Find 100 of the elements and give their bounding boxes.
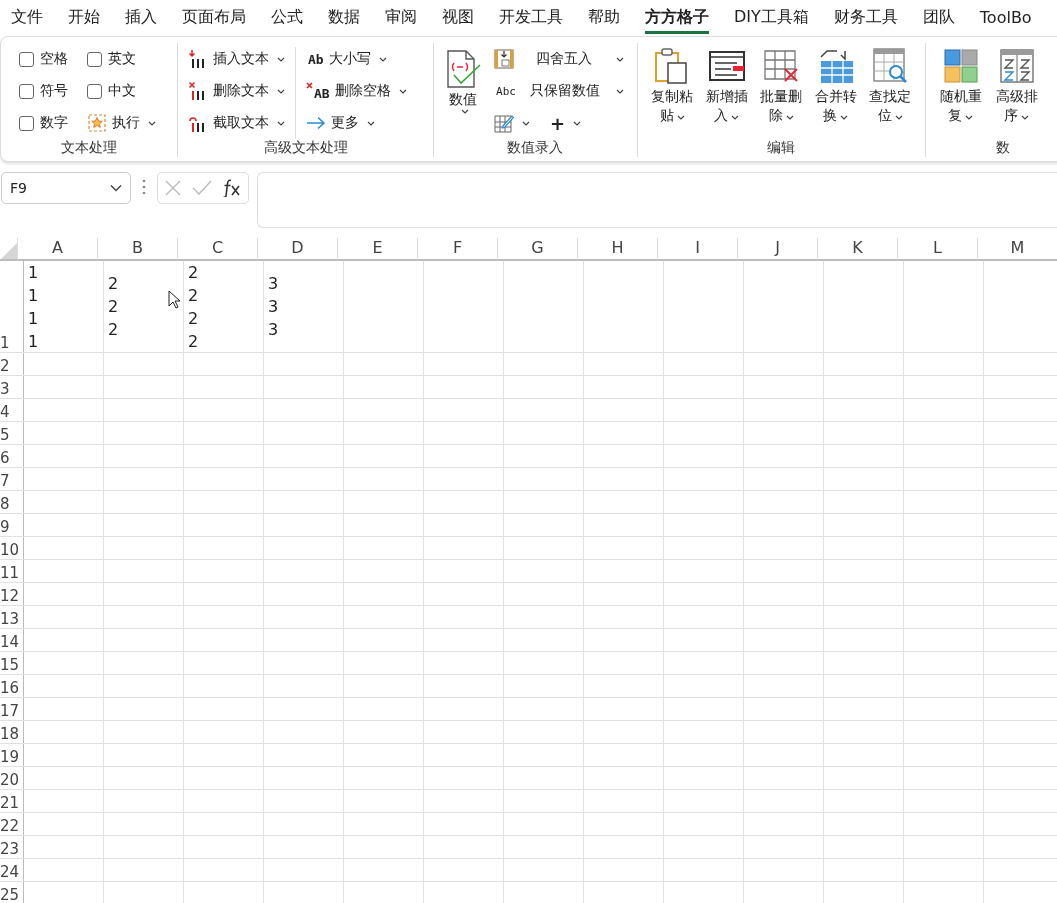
ribbon-tab[interactable]: 财务工具: [833, 0, 898, 34]
menu-button[interactable]: Ab 大小写: [306, 43, 407, 75]
row-header[interactable]: 6: [0, 449, 10, 467]
group-label: 数: [995, 139, 1012, 157]
column-header[interactable]: L: [897, 238, 977, 261]
checkbox-box[interactable]: [19, 51, 34, 67]
caret-icon: [1021, 115, 1030, 120]
row-header[interactable]: 19: [0, 748, 20, 766]
menu-button[interactable]: 更多: [306, 107, 407, 139]
arrow-icon: [306, 116, 326, 130]
row-header[interactable]: 24: [0, 863, 20, 881]
checkbox[interactable]: 空格: [19, 43, 87, 75]
ribbon-button[interactable]: 批量删除: [757, 43, 806, 139]
value-button[interactable]: 数值: [444, 43, 483, 139]
ribbon-tab[interactable]: 数据: [328, 0, 360, 34]
ribbon-tab[interactable]: 审阅: [385, 0, 417, 34]
row-header[interactable]: 4: [0, 403, 10, 421]
name-box[interactable]: F9: [1, 172, 131, 204]
column-header[interactable]: G: [497, 238, 577, 261]
check-icon[interactable]: [192, 180, 212, 196]
row-header[interactable]: 13: [0, 610, 20, 628]
checkbox[interactable]: 中文: [87, 75, 167, 107]
ribbon-button[interactable]: 高级排序: [991, 43, 1042, 139]
menu-button[interactable]: 插入文本: [188, 43, 285, 75]
row-header[interactable]: 3: [0, 380, 10, 398]
row-header[interactable]: 8: [0, 495, 10, 513]
ribbon-tab[interactable]: 插入: [125, 0, 157, 34]
checkbox-box[interactable]: [87, 83, 102, 99]
column-header[interactable]: A: [17, 238, 97, 261]
checkbox[interactable]: 数字: [19, 107, 87, 139]
row-header[interactable]: 9: [0, 518, 10, 536]
ribbon-tab[interactable]: 团队: [922, 0, 955, 34]
column-header[interactable]: E: [337, 238, 417, 261]
document-check-icon: [444, 49, 483, 89]
row-header[interactable]: 20: [0, 771, 20, 789]
column-header[interactable]: F: [417, 238, 497, 261]
checkbox-box[interactable]: [19, 115, 34, 131]
menu-button[interactable]: 删除文本: [188, 75, 285, 107]
column-header[interactable]: J: [737, 238, 817, 261]
ribbon-button[interactable]: 合并转换: [811, 43, 861, 139]
caret-icon: [277, 88, 285, 94]
menu-button[interactable]: AB 删除空格: [306, 75, 407, 107]
row-header[interactable]: 12: [0, 587, 20, 605]
row-header[interactable]: 11: [0, 564, 20, 582]
column-header[interactable]: D: [257, 238, 337, 261]
cell-text: 2 2 2 2: [188, 261, 199, 353]
checkbox-label: 空格: [40, 50, 68, 68]
mouse-cursor-icon: [168, 290, 182, 310]
function-icon[interactable]: [222, 179, 242, 197]
ribbon-tab[interactable]: 公式: [271, 0, 303, 34]
ribbon-tab[interactable]: 视图: [442, 0, 474, 34]
ribbon-tab[interactable]: 文件: [11, 0, 43, 34]
add-button[interactable]: +: [550, 107, 582, 139]
row-header[interactable]: 23: [0, 840, 20, 858]
edit-table-icon: [494, 113, 515, 133]
row-header[interactable]: 5: [0, 426, 10, 444]
ribbon-button[interactable]: 查找定位: [866, 43, 915, 139]
ribbon-button[interactable]: 新增插入: [702, 43, 751, 139]
row-header[interactable]: 10: [0, 541, 20, 559]
caret-icon: [840, 115, 849, 120]
row-header[interactable]: 16: [0, 679, 20, 697]
menu-button[interactable]: 截取文本: [188, 107, 285, 139]
ribbon-tab[interactable]: 开始: [68, 0, 100, 34]
checkbox-box[interactable]: [19, 83, 34, 99]
row-header[interactable]: 15: [0, 656, 20, 674]
ribbon-tab[interactable]: 页面布局: [182, 0, 246, 34]
row-header[interactable]: 17: [0, 702, 20, 720]
column-header[interactable]: I: [657, 238, 737, 261]
caret-icon: [676, 115, 685, 120]
ribbon-button[interactable]: 复制粘贴: [647, 43, 697, 139]
row-header[interactable]: 7: [0, 472, 10, 490]
column-header[interactable]: B: [97, 238, 177, 261]
checkbox[interactable]: 符号: [19, 75, 87, 107]
caret-icon: [378, 56, 387, 62]
formula-input[interactable]: [257, 172, 1057, 228]
case-icon: Ab: [306, 51, 324, 67]
caret-icon: [367, 120, 375, 126]
row-header[interactable]: 25: [0, 886, 20, 903]
execute-button[interactable]: 执行: [87, 107, 167, 139]
menu-button[interactable]: Abc 只保留数值: [494, 75, 625, 107]
column-header[interactable]: K: [817, 238, 897, 261]
row-header[interactable]: 2: [0, 357, 10, 375]
ribbon-tab[interactable]: DIY工具箱: [734, 0, 809, 34]
row-header[interactable]: 1: [0, 334, 10, 352]
row-header[interactable]: 18: [0, 725, 20, 743]
row-header[interactable]: 22: [0, 817, 20, 835]
row-header[interactable]: 14: [0, 633, 20, 651]
row-header[interactable]: 21: [0, 794, 20, 812]
ribbon-tab[interactable]: 开发工具: [499, 0, 563, 34]
checkbox[interactable]: 英文: [87, 43, 167, 75]
column-header[interactable]: M: [977, 238, 1057, 261]
ribbon-tab[interactable]: 帮助: [588, 0, 620, 34]
column-header[interactable]: C: [177, 238, 257, 261]
menu-button[interactable]: 四舍五入: [494, 43, 625, 75]
column-header[interactable]: H: [577, 238, 657, 261]
caret-icon: [460, 109, 469, 114]
ribbon-button[interactable]: 随机重复: [935, 43, 986, 139]
drag-handle-icon[interactable]: [142, 179, 146, 195]
checkbox-box[interactable]: [87, 51, 102, 67]
ribbon-tab[interactable]: ToolBo: [979, 0, 1032, 34]
